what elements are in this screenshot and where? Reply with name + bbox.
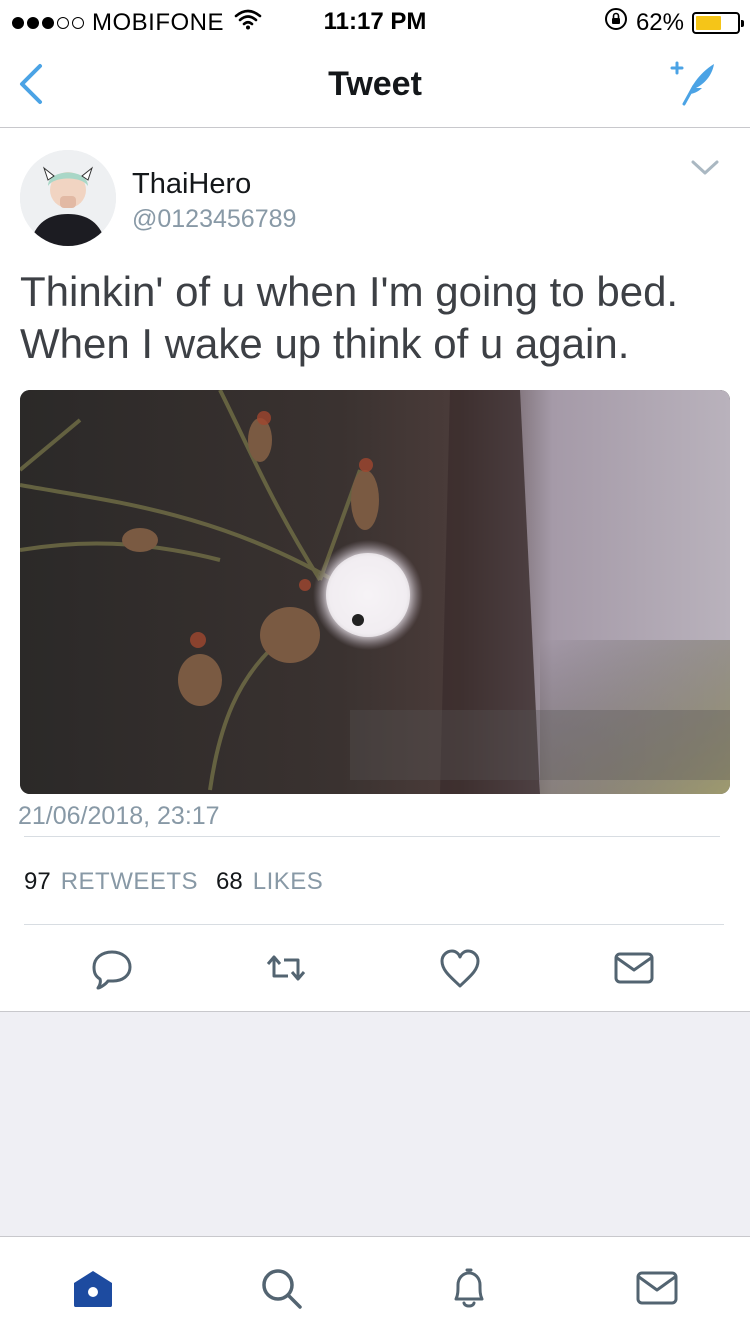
avatar[interactable] <box>20 150 116 246</box>
author-handle[interactable]: @0123456789 <box>132 205 296 234</box>
retweet-icon[interactable] <box>264 946 308 990</box>
page-title: Tweet <box>328 65 422 103</box>
divider <box>24 836 720 837</box>
battery-icon <box>692 11 744 34</box>
tab-bar <box>0 1236 750 1334</box>
battery-level <box>696 15 721 30</box>
reply-icon[interactable] <box>90 946 134 990</box>
like-icon[interactable] <box>438 946 482 990</box>
tweet-stats: 97 RETWEETS 68 LIKES <box>24 868 331 896</box>
empty-background <box>0 1011 750 1236</box>
status-right: 62% <box>604 7 744 38</box>
likes-label[interactable]: LIKES <box>253 868 324 896</box>
chevron-down-icon[interactable] <box>690 158 720 178</box>
tweet-text: Thinkin' of u when I'm going to bed. Whe… <box>20 268 679 367</box>
navigation-bar: Tweet <box>0 40 750 128</box>
notifications-icon[interactable] <box>446 1265 492 1311</box>
messages-icon[interactable] <box>634 1265 680 1311</box>
tweet-timestamp: 21/06/2018, 23:17 <box>18 802 220 830</box>
battery-percent: 62% <box>635 8 684 36</box>
direct-message-icon[interactable] <box>612 946 656 990</box>
retweets-label[interactable]: RETWEETS <box>61 868 198 896</box>
tweet-actions <box>0 940 750 1010</box>
rotation-lock-icon <box>604 7 628 38</box>
compose-tweet-icon[interactable] <box>668 58 720 106</box>
retweets-count[interactable]: 97 <box>24 868 51 896</box>
tweet-photo[interactable] <box>20 390 730 794</box>
likes-count[interactable]: 68 <box>216 868 243 896</box>
status-bar: MOBIFONE 11:17 PM 62% <box>0 0 750 40</box>
search-icon[interactable] <box>258 1265 304 1311</box>
author-name[interactable]: ThaiHero <box>132 168 251 201</box>
divider <box>24 924 724 925</box>
home-icon[interactable] <box>70 1265 116 1311</box>
